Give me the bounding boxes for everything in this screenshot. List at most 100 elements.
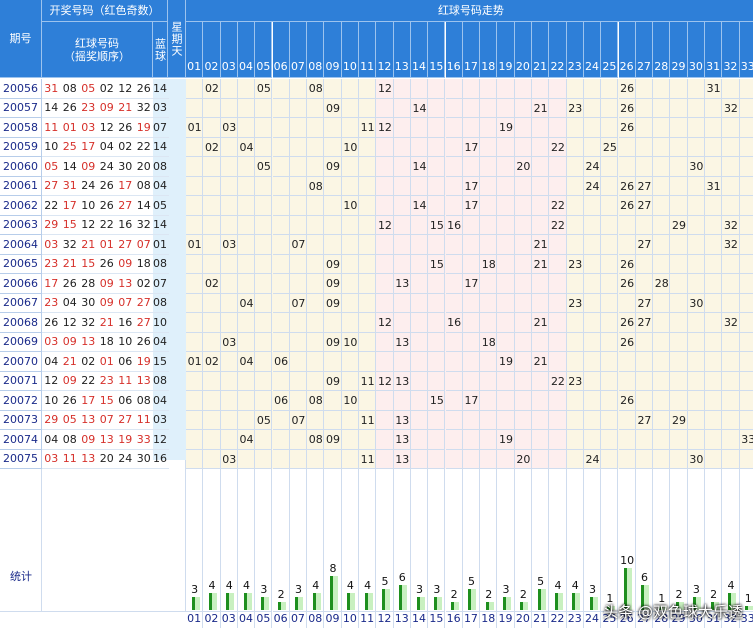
footer-column-01: 01 [186, 612, 204, 628]
stats-label: 统计 [10, 570, 32, 583]
red-number: 32 [79, 313, 98, 333]
grid-cell [497, 313, 515, 333]
grid-cell [601, 157, 619, 177]
column-header-24: 24 [583, 22, 602, 78]
red-number: 11 [116, 371, 135, 391]
grid-cell [462, 332, 481, 352]
grid-cell [203, 332, 221, 352]
grid-cell [566, 176, 584, 196]
grid-cell [653, 98, 671, 118]
trend-hit: 17 [464, 394, 479, 408]
trend-hit: 20 [516, 452, 531, 466]
trend-hit: 08 [308, 82, 323, 96]
grid-cell [376, 235, 394, 255]
footer-column-13: 13 [394, 612, 411, 628]
grid-cell [428, 313, 446, 333]
grid-cell [514, 98, 532, 118]
grid-cell [722, 430, 740, 450]
stat-value: 2 [519, 587, 527, 601]
column-header-18: 18 [480, 22, 498, 78]
grid-cell [393, 98, 411, 118]
grid-cell [220, 215, 238, 235]
grid-cell [480, 352, 498, 372]
grid-cell [428, 118, 446, 138]
grid-cell [410, 371, 429, 391]
stat-bar [243, 593, 247, 610]
trend-table: 期号 开奖号码（红色奇数） 红球号码 （摇奖顺序） 蓝球 星期天 红球号码走势 01 02 03 0… [0, 0, 753, 628]
grid-cell [255, 235, 273, 255]
grid-cell [618, 235, 636, 255]
grid-cell [186, 215, 204, 235]
grid-cell [653, 332, 671, 352]
trend-hit: 10 [343, 199, 358, 213]
period-cell: 20073 [0, 410, 42, 430]
trend-hit: 23 [568, 296, 583, 310]
draw-group-header: 开奖号码（红色奇数） [42, 0, 168, 22]
grid-cell [497, 98, 515, 118]
grid-cell [635, 79, 654, 99]
grid-cell [203, 391, 221, 411]
red-number: 10 [42, 137, 61, 157]
grid-cell [532, 176, 550, 196]
grid-cell [670, 98, 688, 118]
stat-value: 6 [640, 570, 648, 584]
grid-cell [410, 118, 429, 138]
grid-cell [359, 137, 377, 157]
grid-cell [272, 371, 290, 391]
grid-cell [514, 196, 532, 216]
grid-cell [739, 196, 753, 216]
grid-cell [583, 118, 602, 138]
red-number: 04 [42, 430, 61, 450]
grid-cell [428, 274, 446, 294]
grid-cell [289, 79, 308, 99]
trend-hit: 18 [481, 257, 496, 271]
grid-cell [376, 430, 394, 450]
red-number: 13 [79, 449, 98, 469]
grid-cell [359, 79, 377, 99]
trend-hit: 24 [585, 452, 600, 466]
stat-value: 3 [589, 583, 597, 597]
grid-cell [376, 332, 394, 352]
grid-cell [341, 118, 359, 138]
grid-cell [341, 235, 359, 255]
trend-hit: 27 [637, 179, 652, 193]
grid-cell [255, 332, 273, 352]
grid-cell [480, 98, 498, 118]
grid-cell [203, 196, 221, 216]
grid-cell [393, 391, 411, 411]
grid-cell [272, 410, 290, 430]
grid-cell [601, 254, 619, 274]
grid-cell [514, 137, 532, 157]
grid-cell [186, 79, 204, 99]
stat-value: 8 [329, 562, 337, 576]
stat-bar [226, 593, 230, 610]
stat-value: 2 [485, 587, 493, 601]
stats-blank-cell [42, 460, 186, 612]
grid-cell [376, 293, 394, 313]
trend-hit: 02 [204, 82, 219, 96]
trend-hit: 17 [464, 179, 479, 193]
trend-hit: 07 [291, 296, 306, 310]
trend-hit: 05 [256, 413, 271, 427]
grid-cell [237, 313, 256, 333]
grid-cell [480, 371, 498, 391]
trend-hit: 13 [395, 433, 410, 447]
grid-cell [670, 332, 688, 352]
trend-hit: 27 [637, 296, 652, 310]
grid-cell [653, 235, 671, 255]
grid-cell [324, 196, 342, 216]
red-number: 09 [97, 98, 116, 118]
grid-cell [566, 410, 584, 430]
grid-cell [618, 137, 636, 157]
red-number: 21 [97, 313, 116, 333]
grid-cell [237, 196, 256, 216]
red-number: 16 [116, 313, 135, 333]
stat-bar [416, 597, 420, 610]
grid-cell [670, 176, 688, 196]
grid-cell [739, 411, 753, 430]
stat-bar [278, 601, 282, 610]
grid-cell [739, 255, 753, 274]
grid-cell [635, 430, 654, 450]
grid-cell [653, 176, 671, 196]
trend-hit: 26 [620, 101, 635, 115]
